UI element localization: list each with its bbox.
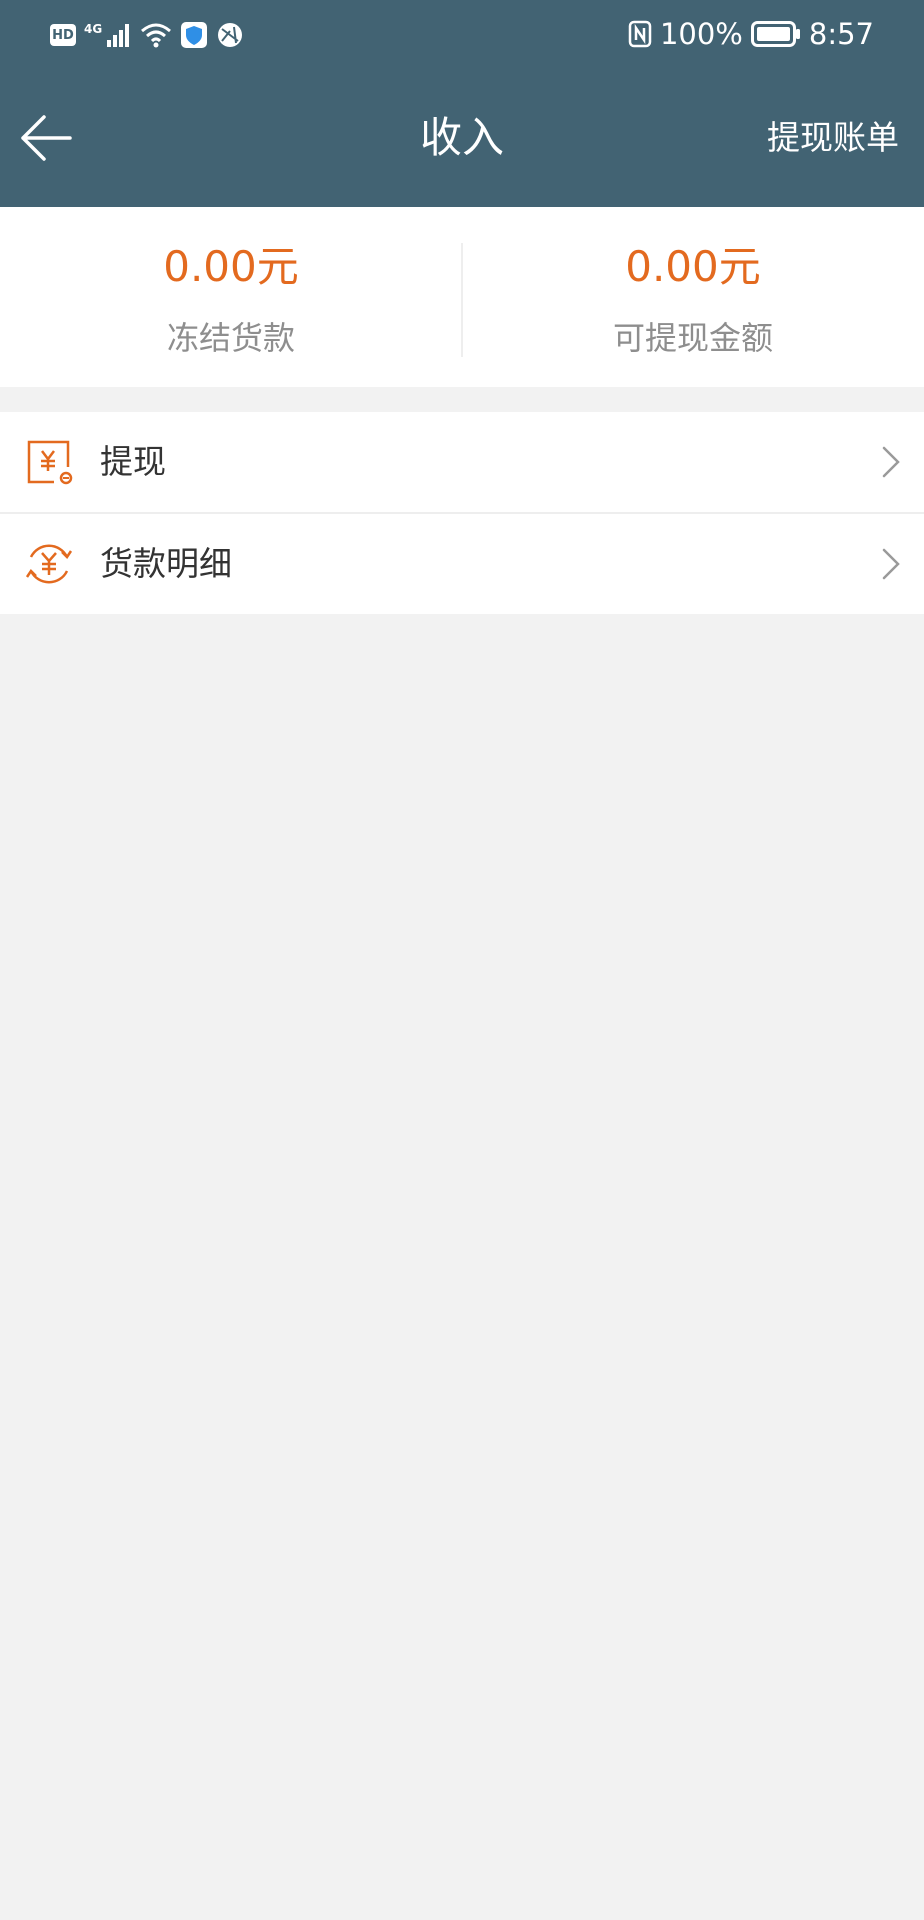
available-amount-value: 0.00元 (625, 242, 761, 291)
available-amount-label: 可提现金额 (612, 319, 773, 357)
clock: 8:57 (808, 17, 874, 51)
status-left-icons: HD 4G (50, 18, 244, 52)
frozen-amount-label: 冻结货款 (166, 319, 295, 357)
battery-icon (750, 21, 800, 47)
nav-bar: 收入 提现账单 (0, 68, 924, 207)
chevron-right-icon (882, 446, 900, 478)
chevron-right-icon (882, 548, 900, 580)
status-right-icons: 100% 8:57 (628, 14, 874, 54)
yuan-cycle-icon (25, 544, 73, 584)
yuan-withdraw-icon (27, 440, 73, 485)
network-type-label: 4G (84, 22, 103, 36)
menu-item-label: 货款明细 (100, 544, 232, 583)
nfc-icon (628, 20, 652, 48)
menu-item-withdraw[interactable]: 提现 (0, 412, 924, 512)
menu-item-label: 提现 (100, 442, 166, 481)
income-menu: 提现 货款明细 (0, 412, 924, 614)
battery-percent: 100% (659, 17, 743, 51)
wifi-icon (141, 23, 172, 48)
balance-summary: 0.00元 冻结货款 0.00元 可提现金额 (0, 207, 924, 387)
status-bar: HD 4G 100% 8:57 (0, 0, 924, 68)
withdraw-bill-button[interactable]: 提现账单 (767, 112, 899, 164)
shield-app-icon (181, 22, 208, 48)
hd-icon: HD (50, 24, 76, 46)
summary-divider (461, 243, 463, 357)
vpn-globe-icon (218, 23, 243, 47)
frozen-amount-panel: 0.00元 冻结货款 (0, 207, 462, 387)
frozen-amount-value: 0.00元 (163, 242, 299, 291)
signal-icon (107, 24, 130, 47)
menu-item-payment-details[interactable]: 货款明细 (0, 512, 924, 614)
available-amount-panel: 0.00元 可提现金额 (462, 207, 924, 387)
